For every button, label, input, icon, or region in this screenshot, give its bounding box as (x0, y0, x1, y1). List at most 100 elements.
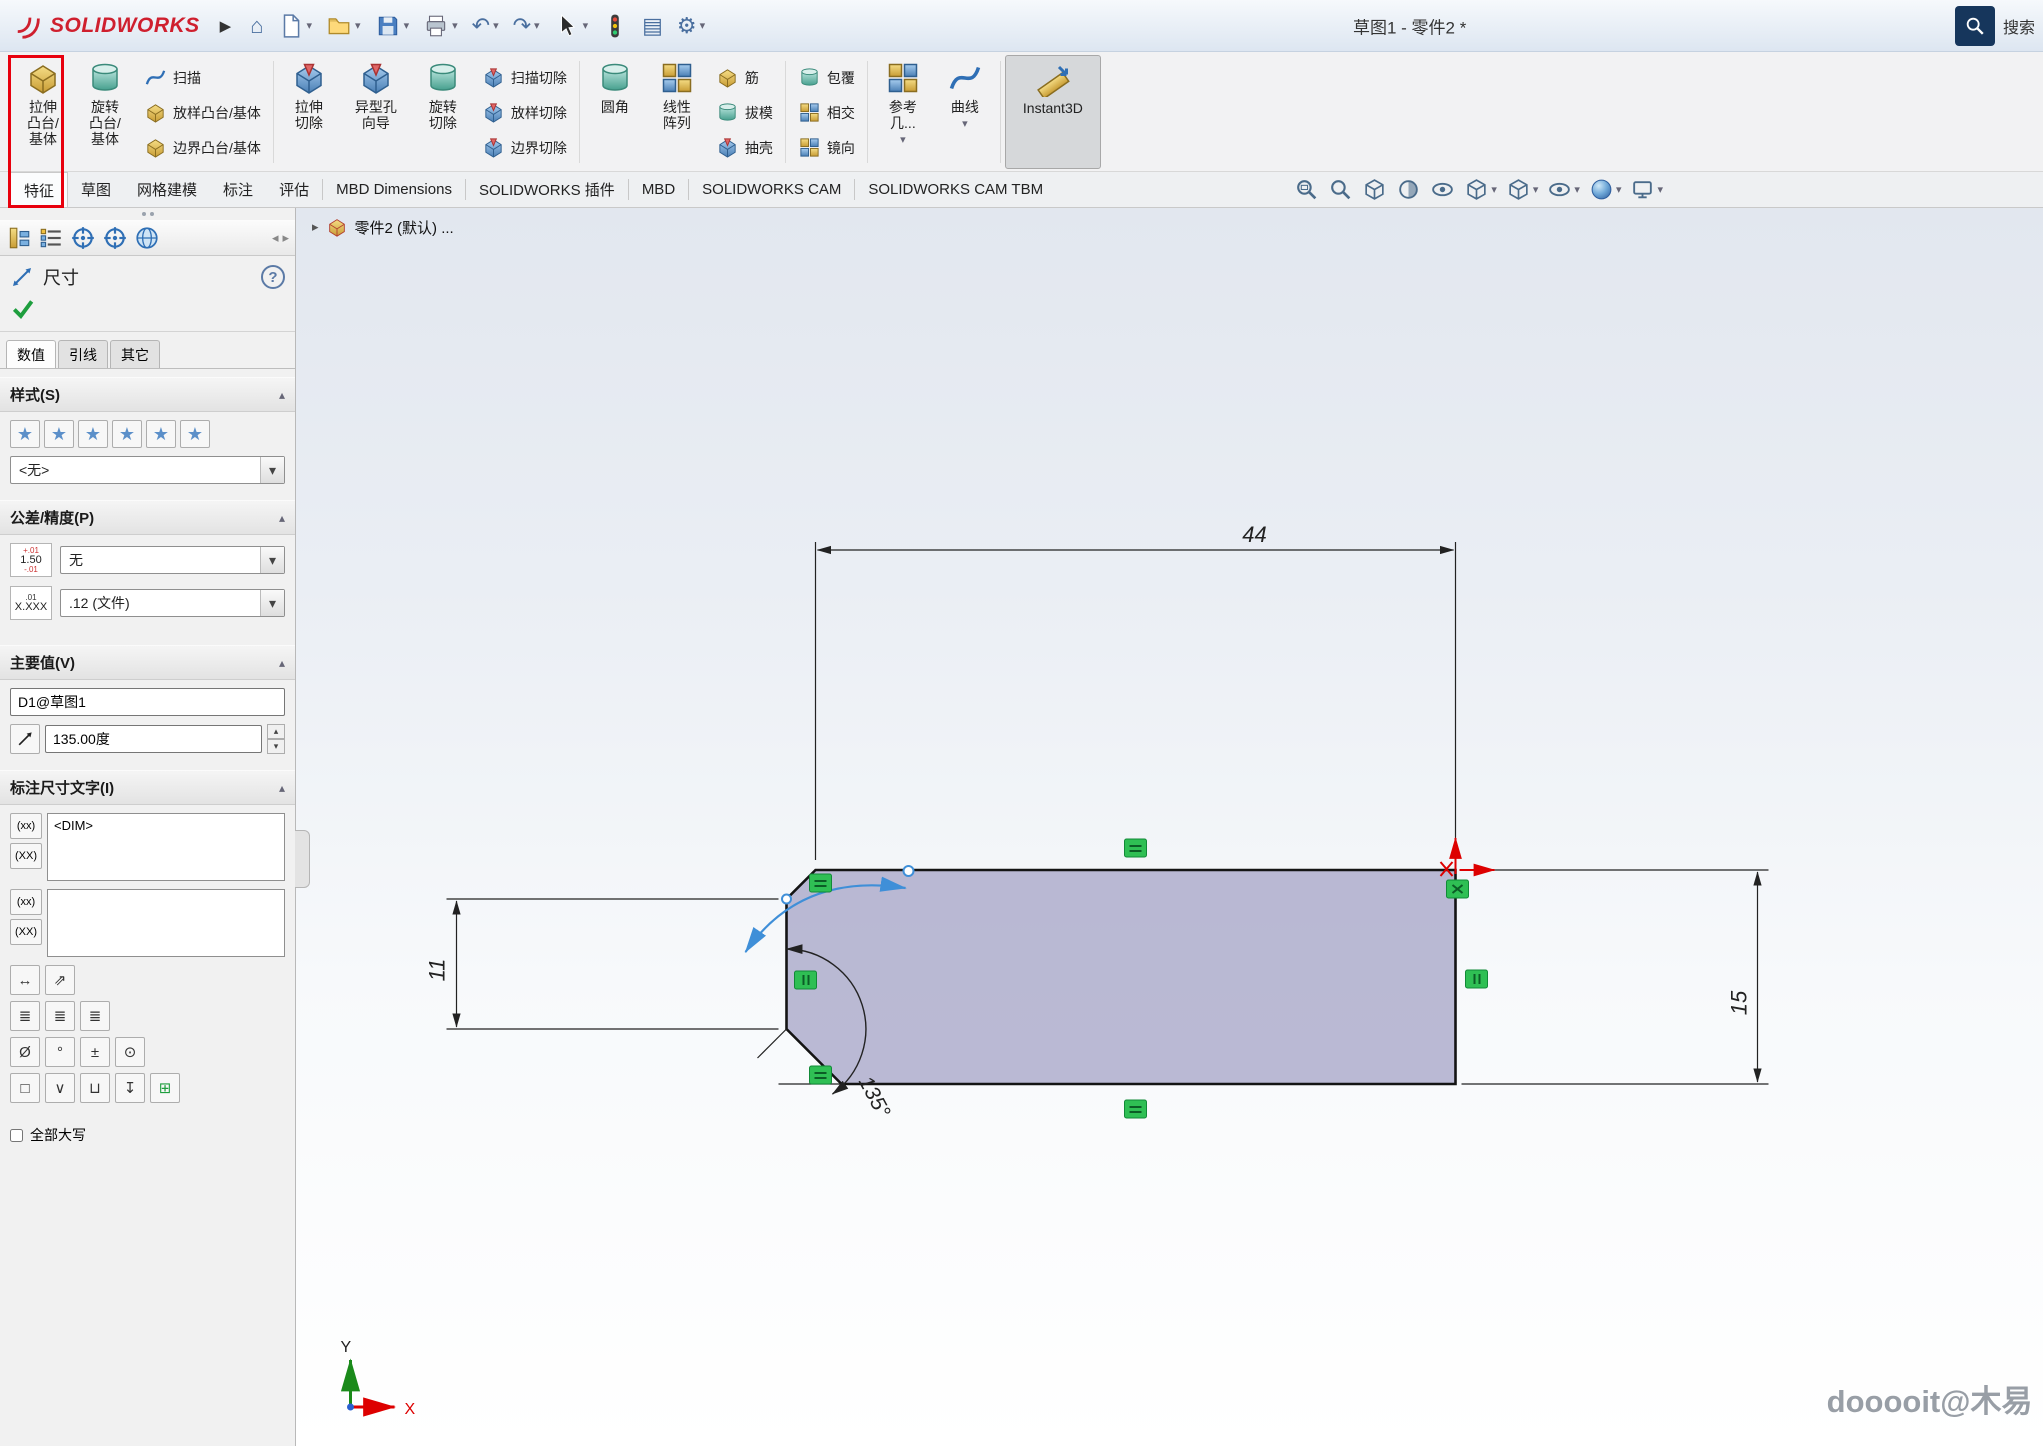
chevron-down-icon[interactable]: ▾ (1657, 183, 1663, 196)
zoom-to-fit-button[interactable] (1294, 177, 1319, 202)
constraint-vertical-icon[interactable] (1466, 970, 1488, 988)
rebuild-button[interactable] (597, 9, 633, 43)
draft-button[interactable]: 拔模 (708, 95, 781, 130)
revolve-cut-button[interactable]: 旋转 切除 (412, 55, 474, 169)
home-button[interactable]: ⌂ (245, 11, 268, 41)
boundary-cut-button[interactable]: 边界切除 (474, 130, 575, 165)
tab-addins[interactable]: SOLIDWORKS 插件 (466, 172, 628, 207)
collapse-icon[interactable]: ▴ (279, 781, 285, 795)
display-manager-tab-icon[interactable] (134, 225, 160, 251)
sketch-profile[interactable] (787, 870, 1456, 1084)
dimension-right-height-value[interactable]: 15 (1727, 990, 1752, 1015)
subtab-other[interactable]: 其它 (110, 340, 160, 368)
diameter-symbol-button[interactable]: Ø (10, 1037, 40, 1067)
dimension-left-height-value[interactable]: 11 (425, 959, 450, 982)
save-style-button[interactable]: ★ (146, 420, 176, 448)
wrap-button[interactable]: 包覆 (790, 60, 863, 95)
chevron-down-icon[interactable]: ▾ (534, 19, 540, 32)
sketch-origin[interactable] (1441, 838, 1495, 876)
display-style-button[interactable]: ▾ (1506, 177, 1539, 202)
tab-evaluate[interactable]: 评估 (266, 172, 322, 207)
tab-cam[interactable]: SOLIDWORKS CAM (689, 172, 854, 207)
search-button[interactable] (1955, 6, 1995, 46)
chevron-down-icon[interactable]: ▾ (1616, 183, 1622, 196)
tab-mesh-modeling[interactable]: 网格建模 (124, 172, 210, 207)
constraint-horizontal-icon[interactable] (1125, 1100, 1147, 1118)
angle-offset-button[interactable]: ⇗ (45, 965, 75, 995)
dimxpert-manager-tab-icon[interactable] (102, 225, 128, 251)
hole-wizard-button[interactable]: 异型孔 向导 (340, 55, 412, 169)
spin-up-button[interactable]: ▴ (267, 724, 285, 739)
delete-style-button[interactable]: ★ (112, 420, 142, 448)
undo-button[interactable]: ↶▾ (467, 11, 504, 41)
chevron-down-icon[interactable]: ▾ (962, 118, 968, 131)
select-button[interactable]: ▾ (549, 9, 594, 43)
dimension-value-field[interactable] (45, 725, 262, 753)
tab-annotate[interactable]: 标注 (210, 172, 266, 207)
chevron-down-icon[interactable]: ▾ (1533, 183, 1539, 196)
justify-left-button[interactable]: ≣ (10, 1001, 40, 1031)
hole-callout-button[interactable]: ⊙ (115, 1037, 145, 1067)
curves-button[interactable]: 曲线 ▾ (934, 55, 996, 169)
dimension-handle[interactable] (904, 866, 914, 876)
chevron-down-icon[interactable]: ▾ (260, 590, 284, 616)
dimension-left-height[interactable]: 11 (425, 899, 779, 1029)
constraint-horizontal-icon[interactable] (1125, 839, 1147, 857)
token-uppercase-button[interactable]: (XX) (10, 843, 42, 869)
ok-checkmark-button[interactable] (10, 296, 36, 322)
subtab-value[interactable]: 数值 (6, 340, 56, 368)
chevron-down-icon[interactable]: ▾ (1491, 183, 1497, 196)
extrude-cut-button[interactable]: 拉伸 切除 (278, 55, 340, 169)
subtab-leaders[interactable]: 引线 (58, 340, 108, 368)
open-button[interactable]: ▾ (321, 9, 366, 43)
chevron-down-icon[interactable]: ▾ (452, 19, 458, 32)
reference-geometry-button[interactable]: 参考 几... ▾ (872, 55, 934, 169)
section-view-button[interactable] (1396, 177, 1421, 202)
degree-symbol-button[interactable]: ° (45, 1037, 75, 1067)
print-button[interactable]: ▾ (418, 9, 463, 43)
collapse-icon[interactable]: ▴ (279, 388, 285, 402)
constraint-horizontal-icon[interactable] (810, 1066, 832, 1084)
section-style-header[interactable]: 样式(S) ▴ (0, 377, 295, 412)
square-symbol-button[interactable]: □ (10, 1073, 40, 1103)
view-orientation-button[interactable]: ▾ (1464, 177, 1497, 202)
depth-symbol-button[interactable]: ↧ (115, 1073, 145, 1103)
new-document-button[interactable]: ▾ (273, 9, 318, 43)
instant3d-button[interactable]: Instant3D (1005, 55, 1101, 169)
pane-next-icon[interactable]: ▸ (282, 230, 289, 246)
constraint-vertical-icon[interactable] (795, 971, 817, 989)
chevron-down-icon[interactable]: ▾ (404, 19, 410, 32)
panel-collapse-tab[interactable] (295, 830, 310, 888)
chevron-down-icon[interactable]: ▾ (493, 19, 499, 32)
spin-down-button[interactable]: ▾ (267, 739, 285, 754)
dimension-width-value[interactable]: 44 (1242, 522, 1266, 547)
section-dimtext-header[interactable]: 标注尺寸文字(I) ▴ (0, 770, 295, 805)
dimension-text-area[interactable]: <DIM> (47, 813, 285, 881)
load-style-button[interactable]: ★ (180, 420, 210, 448)
tab-sketch[interactable]: 草图 (68, 172, 124, 207)
horizontal-offset-button[interactable]: ↔ (10, 965, 40, 995)
section-primary-header[interactable]: 主要值(V) ▴ (0, 645, 295, 680)
more-symbols-button[interactable]: ⊞ (150, 1073, 180, 1103)
sweep-cut-button[interactable]: 扫描切除 (474, 60, 575, 95)
rib-button[interactable]: 筋 (708, 60, 781, 95)
file-properties-button[interactable]: ▤ (637, 11, 668, 41)
pane-prev-icon[interactable]: ◂ (272, 230, 279, 246)
chevron-down-icon[interactable]: ▾ (260, 547, 284, 573)
add-style-button[interactable]: ★ (44, 420, 74, 448)
boundary-boss-button[interactable]: 边界凸台/基体 (136, 130, 269, 165)
dimension-handle[interactable] (782, 895, 791, 904)
loft-boss-button[interactable]: 放样凸台/基体 (136, 95, 269, 130)
secondary-text-area[interactable] (47, 889, 285, 957)
tab-cam-tbm[interactable]: SOLIDWORKS CAM TBM (855, 172, 1056, 207)
constraint-coincident-icon[interactable] (1447, 880, 1469, 898)
help-button[interactable]: ? (261, 265, 285, 289)
collapse-icon[interactable]: ▴ (279, 511, 285, 525)
property-manager-tab-icon[interactable] (38, 225, 64, 251)
chevron-down-icon[interactable]: ▾ (583, 19, 589, 32)
tab-mbd-dimensions[interactable]: MBD Dimensions (323, 172, 465, 207)
tolerance-type-dropdown[interactable]: 无 ▾ (60, 546, 285, 574)
apply-default-style-button[interactable]: ★ (10, 420, 40, 448)
mirror-button[interactable]: 镜向 (790, 130, 863, 165)
revolve-boss-button[interactable]: 旋转 凸台/ 基体 (74, 55, 136, 169)
